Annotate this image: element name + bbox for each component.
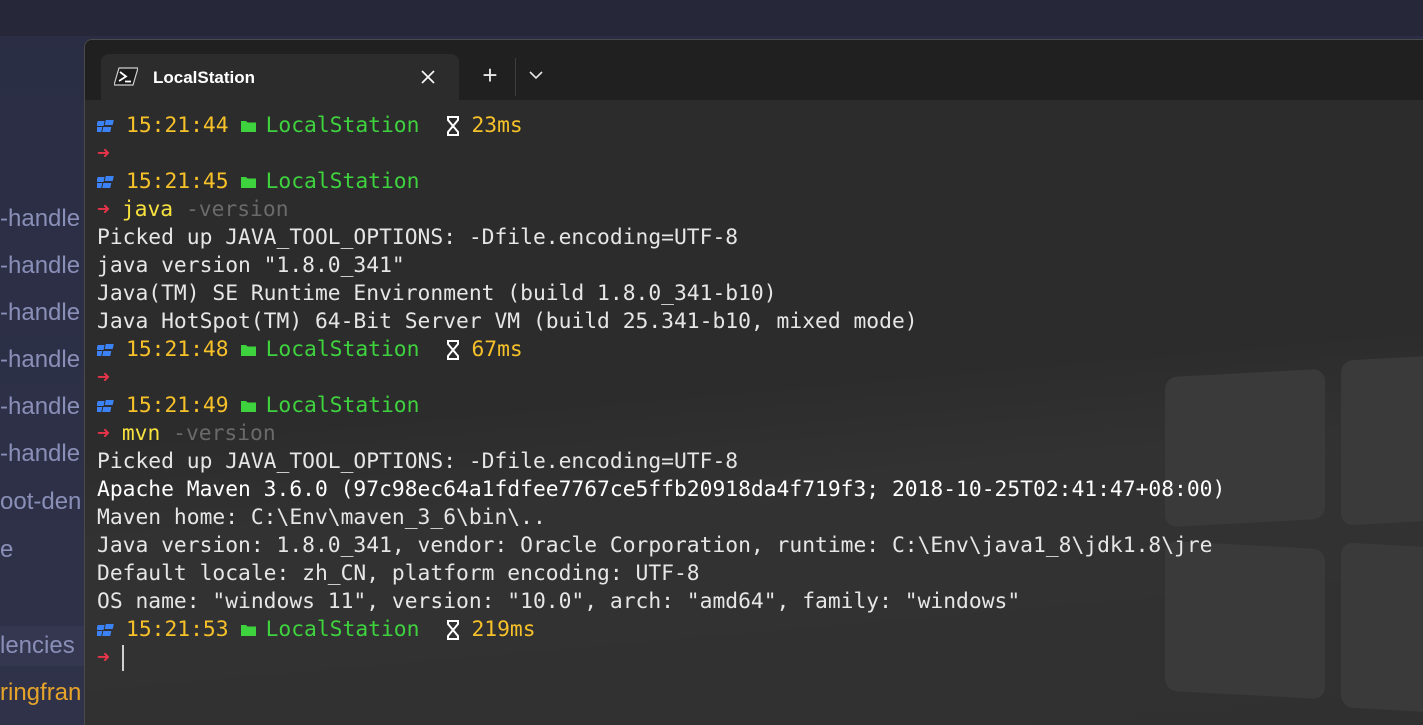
prompt-line: 15:21:45 LocalStation bbox=[97, 168, 1417, 196]
background-ide-line-text: -handle bbox=[0, 393, 81, 420]
folder-icon bbox=[240, 177, 256, 188]
prompt-arrow: ➜ bbox=[97, 365, 110, 390]
input-line: ➜ java -version bbox=[97, 196, 1417, 224]
windows-logo-icon bbox=[97, 176, 114, 188]
background-ide-line-text: -handle bbox=[0, 252, 81, 279]
terminal-output[interactable]: 15:21:44 LocalStation 23ms ➜ 15:21:45 LocalSt… bbox=[97, 112, 1417, 672]
prompt-arrow: ➜ bbox=[97, 645, 110, 670]
prompt-duration: 219ms bbox=[471, 617, 536, 642]
output-text: Apache Maven 3.6.0 (97c98ec64a1fdfee7767… bbox=[97, 477, 1226, 502]
background-ide-line: -handle bbox=[0, 199, 84, 239]
output-text: Picked up JAVA_TOOL_OPTIONS: -Dfile.enco… bbox=[97, 449, 739, 474]
input-line: ➜ bbox=[97, 364, 1417, 392]
background-ide-line-text: lencies bbox=[0, 632, 75, 659]
output-line: Maven home: C:\Env\maven_3_6\bin\.. bbox=[97, 504, 1417, 532]
windows-logo-icon bbox=[97, 400, 114, 412]
output-text: OS name: "windows 11", version: "10.0", … bbox=[97, 589, 1021, 614]
title-bar: LocalStation + bbox=[85, 40, 1423, 100]
input-line: ➜ bbox=[97, 140, 1417, 168]
output-line: Default locale: zh_CN, platform encoding… bbox=[97, 560, 1417, 588]
prompt-location: LocalStation bbox=[265, 393, 420, 418]
output-text: Maven home: C:\Env\maven_3_6\bin\.. bbox=[97, 505, 546, 530]
prompt-line: 15:21:49 LocalStation bbox=[97, 392, 1417, 420]
prompt-arrow: ➜ bbox=[97, 197, 110, 222]
output-text: Default locale: zh_CN, platform encoding… bbox=[97, 561, 700, 586]
background-ide-line-text: e bbox=[0, 536, 14, 563]
output-text: Java(TM) SE Runtime Environment (build 1… bbox=[97, 281, 777, 306]
prompt-location: LocalStation bbox=[265, 617, 420, 642]
titlebar-separator bbox=[515, 58, 516, 96]
output-text: Java version: 1.8.0_341, vendor: Oracle … bbox=[97, 533, 1213, 558]
background-ide-line: -handle bbox=[0, 434, 84, 474]
background-ide-line: -handle bbox=[0, 387, 84, 427]
background-ide-line: lencies bbox=[0, 626, 84, 666]
background-ide-line-text: ringfran bbox=[0, 679, 82, 706]
windows-logo-icon bbox=[97, 344, 114, 356]
background-ide-line-text: -handle bbox=[0, 346, 81, 373]
background-ide-line: e bbox=[0, 530, 84, 570]
command-argument: -version bbox=[173, 197, 289, 222]
folder-icon bbox=[240, 401, 256, 412]
prompt-duration: 23ms bbox=[471, 113, 523, 138]
tab-title: LocalStation bbox=[153, 68, 256, 87]
background-ide-line: -handle bbox=[0, 246, 84, 286]
input-line: ➜ mvn -version bbox=[97, 420, 1417, 448]
folder-icon bbox=[240, 625, 256, 636]
prompt-location: LocalStation bbox=[265, 169, 420, 194]
close-icon[interactable] bbox=[417, 66, 439, 88]
prompt-location: LocalStation bbox=[265, 337, 420, 362]
output-text: Picked up JAVA_TOOL_OPTIONS: -Dfile.enco… bbox=[97, 225, 739, 250]
active-input-line: ➜ bbox=[97, 644, 1417, 672]
prompt-time: 15:21:49 bbox=[126, 393, 229, 418]
prompt-arrow: ➜ bbox=[97, 421, 110, 446]
output-text: java version "1.8.0_341" bbox=[97, 253, 405, 278]
terminal-window: LocalStation + 15:21:44 LocalStation 23ms ➜… bbox=[84, 39, 1423, 725]
output-line: Java version: 1.8.0_341, vendor: Oracle … bbox=[97, 532, 1417, 560]
command-text: mvn bbox=[121, 421, 161, 446]
text-cursor[interactable] bbox=[121, 645, 124, 671]
output-line: java version "1.8.0_341" bbox=[97, 252, 1417, 280]
background-ide-line-text: -handle bbox=[0, 205, 81, 232]
command-argument: -version bbox=[160, 421, 276, 446]
prompt-line: 15:21:44 LocalStation 23ms bbox=[97, 112, 1417, 140]
windows-logo-icon bbox=[97, 120, 114, 132]
output-line: Java(TM) SE Runtime Environment (build 1… bbox=[97, 280, 1417, 308]
prompt-line: 15:21:53 LocalStation 219ms bbox=[97, 616, 1417, 644]
background-ide-line-text: oot-den bbox=[0, 488, 82, 515]
output-line: Apache Maven 3.6.0 (97c98ec64a1fdfee7767… bbox=[97, 476, 1417, 504]
background-ide-topbar bbox=[0, 0, 1423, 36]
output-line: OS name: "windows 11", version: "10.0", … bbox=[97, 588, 1417, 616]
output-line: Picked up JAVA_TOOL_OPTIONS: -Dfile.enco… bbox=[97, 224, 1417, 252]
background-ide-line: ringfran bbox=[0, 673, 84, 713]
background-ide-line-text: -handle bbox=[0, 440, 81, 467]
prompt-time: 15:21:45 bbox=[126, 169, 229, 194]
folder-icon bbox=[240, 121, 256, 132]
windows-logo-icon bbox=[97, 624, 114, 636]
tab-localstation[interactable]: LocalStation bbox=[101, 54, 459, 100]
prompt-arrow: ➜ bbox=[97, 141, 110, 166]
prompt-time: 15:21:48 bbox=[126, 337, 229, 362]
new-tab-button[interactable]: + bbox=[475, 62, 505, 92]
background-ide-line: oot-den bbox=[0, 482, 84, 522]
prompt-time: 15:21:44 bbox=[126, 113, 229, 138]
hourglass-icon bbox=[447, 620, 460, 640]
folder-icon bbox=[240, 345, 256, 356]
output-line: Java HotSpot(TM) 64-Bit Server VM (build… bbox=[97, 308, 1417, 336]
chevron-down-icon[interactable] bbox=[523, 62, 549, 88]
hourglass-icon bbox=[447, 116, 460, 136]
command-text: java bbox=[121, 197, 174, 222]
powershell-icon bbox=[114, 67, 138, 86]
hourglass-icon bbox=[447, 340, 460, 360]
background-ide-line: -handle bbox=[0, 340, 84, 380]
prompt-time: 15:21:53 bbox=[126, 617, 229, 642]
prompt-line: 15:21:48 LocalStation 67ms bbox=[97, 336, 1417, 364]
prompt-duration: 67ms bbox=[471, 337, 523, 362]
background-ide-line-text: -handle bbox=[0, 299, 81, 326]
background-ide-line: -handle bbox=[0, 293, 84, 333]
prompt-location: LocalStation bbox=[265, 113, 420, 138]
output-line: Picked up JAVA_TOOL_OPTIONS: -Dfile.enco… bbox=[97, 448, 1417, 476]
output-text: Java HotSpot(TM) 64-Bit Server VM (build… bbox=[97, 309, 918, 334]
